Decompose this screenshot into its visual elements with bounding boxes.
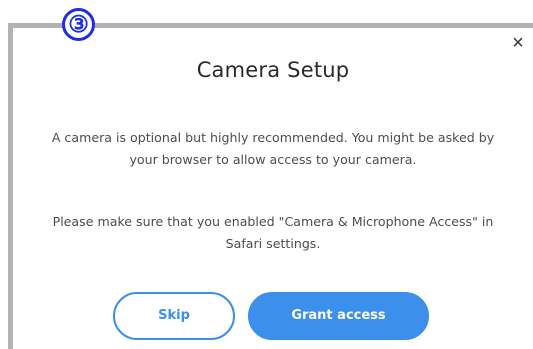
skip-button[interactable]: Skip [113, 292, 235, 340]
grant-access-button[interactable]: Grant access [248, 292, 429, 340]
camera-optional-line-2: your browser to allow access to your cam… [129, 152, 417, 167]
dialog-title: Camera Setup [196, 58, 350, 82]
step-number-icon: ③ [62, 8, 95, 41]
camera-optional-line-1: A camera is optional but highly recommen… [51, 130, 495, 145]
safari-settings-text: Please make sure that you enabled "Camer… [13, 211, 533, 255]
close-icon[interactable]: × [508, 33, 528, 53]
safari-settings-line-2: Safari settings. [225, 236, 321, 251]
camera-optional-text: A camera is optional but highly recommen… [13, 127, 533, 171]
safari-settings-line-1: Please make sure that you enabled "Camer… [52, 214, 494, 229]
